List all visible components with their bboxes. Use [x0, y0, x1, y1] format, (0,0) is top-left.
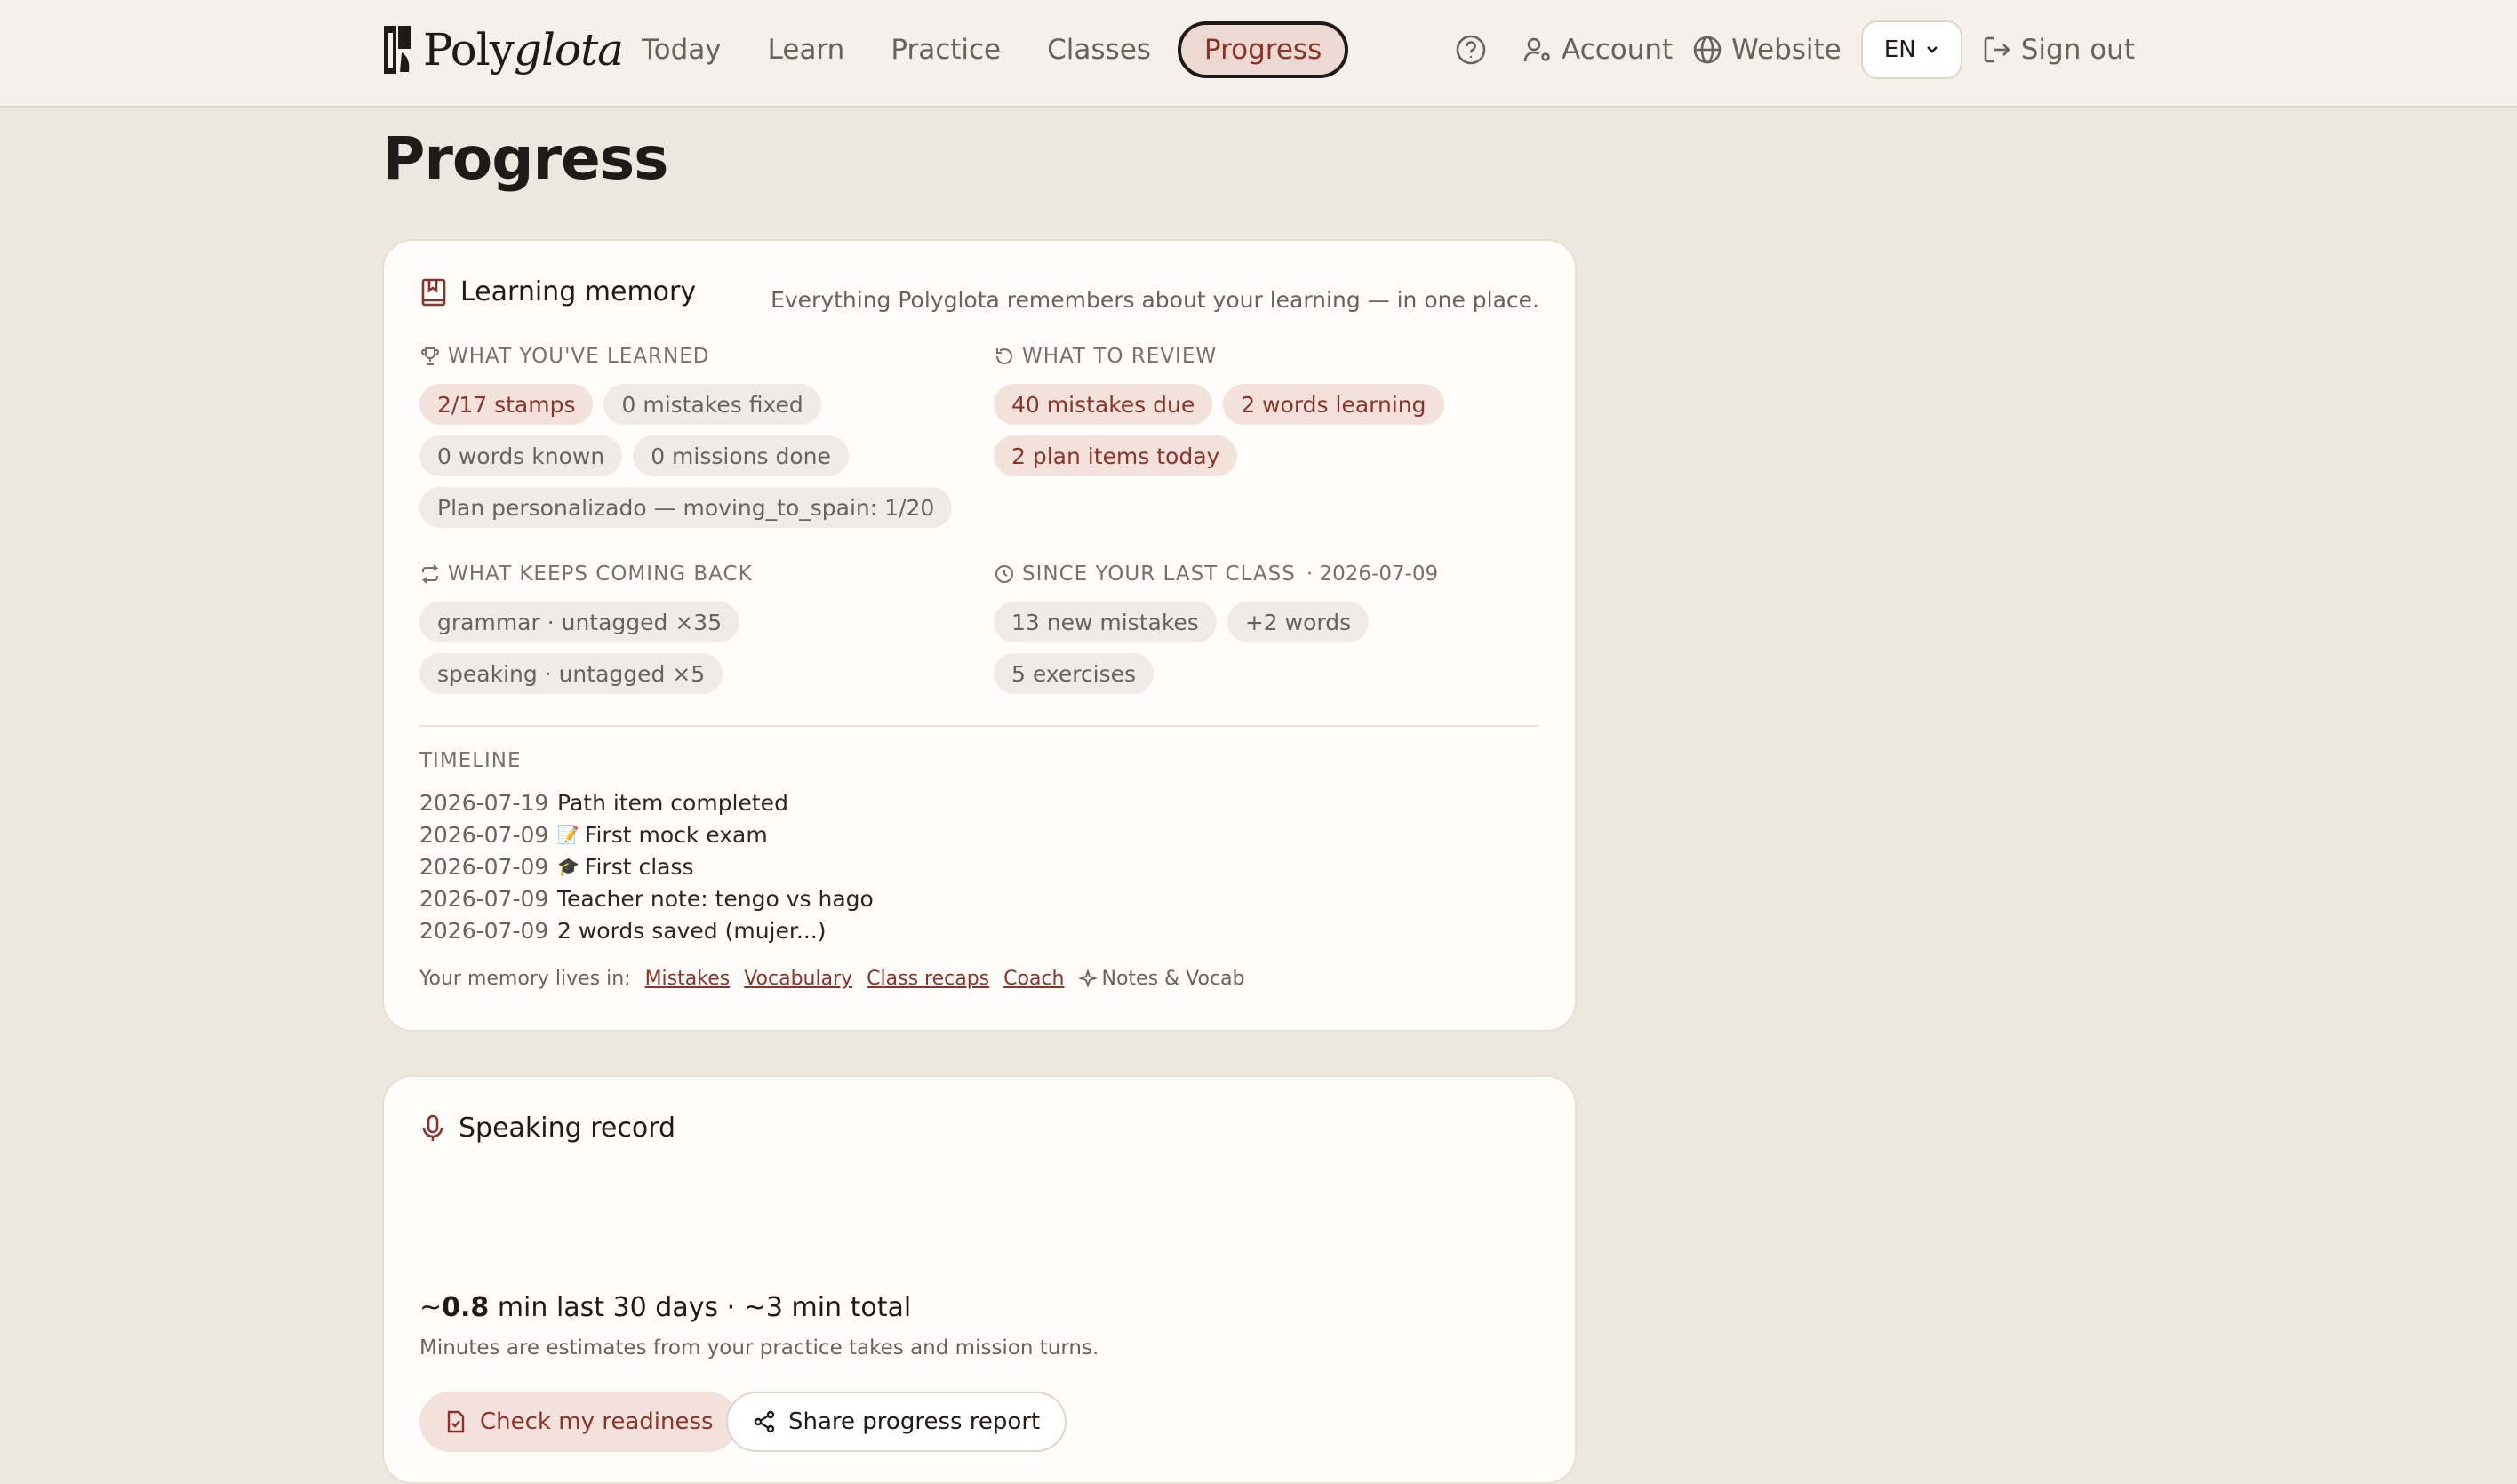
page-title: Progress: [382, 124, 668, 193]
document-check-icon: [447, 1410, 465, 1433]
speaking-minutes-stat: ~0.8 min last 30 days · ~3 min total: [420, 1292, 912, 1323]
chip-plan-progress: Plan personalizado — moving_to_spain: 1/…: [420, 487, 953, 528]
timeline-row: 2026-07-09 📝 First mock exam: [420, 818, 874, 850]
chip-exercises: 5 exercises: [994, 653, 1155, 694]
timeline-list: 2026-07-19 Path item completed 2026-07-0…: [420, 786, 874, 946]
chip-mistakes-fixed: 0 mistakes fixed: [603, 384, 821, 425]
since-class-section: SINCE YOUR LAST CLASS · 2026-07-09 13 ne…: [994, 561, 1527, 694]
chip-stamps: 2/17 stamps: [420, 384, 594, 425]
memory-lives-label: Your memory lives in:: [420, 968, 631, 990]
timeline-row: 2026-07-09 🎓 First class: [420, 850, 874, 882]
chip-plan-items[interactable]: 2 plan items today: [994, 435, 1238, 476]
learned-section: WHAT YOU'VE LEARNED 2/17 stamps 0 mistak…: [420, 343, 953, 528]
logo-mark-icon: [382, 24, 414, 76]
chip-grammar-untagged: grammar · untagged ×35: [420, 602, 740, 642]
nav-classes[interactable]: Classes: [1024, 21, 1174, 78]
section-divider: [420, 725, 1539, 727]
nav-practice[interactable]: Practice: [867, 21, 1024, 78]
chip-speaking-untagged: speaking · untagged ×5: [420, 653, 723, 694]
brand-logo[interactable]: Polyglota: [382, 21, 624, 78]
timeline-text: Teacher note: tengo vs hago: [557, 885, 874, 912]
share-icon: [754, 1410, 775, 1433]
timeline-row: 2026-07-19 Path item completed: [420, 786, 874, 818]
last-class-date: · 2026-07-09: [1306, 562, 1439, 586]
speaking-record-card: Speaking record ~0.8 min last 30 days · …: [382, 1075, 1577, 1484]
notes-vocab-link[interactable]: Notes & Vocab: [1078, 968, 1245, 990]
chip-missions-done: 0 missions done: [633, 435, 849, 476]
link-class-recaps[interactable]: Class recaps: [867, 968, 989, 990]
timeline-date: 2026-07-09: [420, 853, 549, 880]
user-gear-icon: [1523, 37, 1550, 62]
chip-words-known: 0 words known: [420, 435, 623, 476]
timeline-date: 2026-07-09: [420, 917, 549, 944]
microphone-icon: [422, 1114, 443, 1141]
speaking-record-title: Speaking record: [420, 1113, 675, 1144]
nav-today[interactable]: Today: [619, 21, 745, 78]
sparkle-icon: [1078, 969, 1099, 988]
share-progress-button[interactable]: Share progress report: [726, 1392, 1067, 1452]
graduation-cap-icon: 🎓: [557, 856, 579, 877]
learning-memory-title: Learning memory: [420, 276, 696, 307]
timeline-date: 2026-07-19: [420, 789, 549, 816]
chip-new-words: +2 words: [1227, 602, 1370, 642]
coming-back-section: WHAT KEEPS COMING BACK grammar · untagge…: [420, 561, 953, 694]
coming-back-heading: WHAT KEEPS COMING BACK: [420, 561, 953, 587]
timeline-row: 2026-07-09 Teacher note: tengo vs hago: [420, 882, 874, 914]
review-heading: WHAT TO REVIEW: [994, 343, 1491, 370]
logout-icon: [1984, 36, 2010, 63]
speaking-note: Minutes are estimates from your practice…: [420, 1336, 1099, 1360]
trophy-icon: [421, 347, 439, 365]
timeline-text: Path item completed: [557, 789, 788, 816]
timeline-date: 2026-07-09: [420, 885, 549, 912]
learning-memory-subtitle: Everything Polyglota remembers about you…: [771, 287, 1539, 313]
since-class-heading: SINCE YOUR LAST CLASS · 2026-07-09: [994, 561, 1527, 587]
website-link[interactable]: Website: [1692, 34, 1842, 66]
timeline-row: 2026-07-09 2 words saved (mujer...): [420, 914, 874, 946]
chip-mistakes-due[interactable]: 40 mistakes due: [994, 384, 1213, 425]
check-readiness-button[interactable]: Check my readiness: [420, 1392, 739, 1452]
website-label: Website: [1731, 34, 1842, 66]
nav-learn[interactable]: Learn: [745, 21, 868, 78]
signout-label: Sign out: [2020, 34, 2135, 66]
timeline-heading: TIMELINE: [420, 749, 522, 772]
chip-words-learning[interactable]: 2 words learning: [1223, 384, 1444, 425]
review-section: WHAT TO REVIEW 40 mistakes due 2 words l…: [994, 343, 1491, 476]
brand-name: Polyglota: [423, 24, 624, 76]
timeline-text: First class: [584, 853, 694, 880]
bookmark-book-icon: [421, 278, 446, 306]
language-value: EN: [1883, 36, 1916, 63]
chip-new-mistakes: 13 new mistakes: [994, 602, 1217, 642]
memory-lives-in: Your memory lives in: Mistakes Vocabular…: [420, 968, 1245, 990]
exam-icon: 📝: [557, 824, 579, 845]
nav-progress[interactable]: Progress: [1177, 21, 1349, 78]
signout-button[interactable]: Sign out: [1982, 34, 2135, 66]
globe-icon: [1693, 36, 1722, 64]
top-bar: Polyglota Today Learn Practice Classes P…: [0, 0, 2517, 108]
help-icon: [1456, 35, 1486, 65]
link-mistakes[interactable]: Mistakes: [645, 968, 731, 990]
language-select[interactable]: EN: [1860, 20, 1962, 79]
clock-icon: [995, 565, 1013, 583]
learning-memory-card: Learning memory Everything Polyglota rem…: [382, 239, 1577, 1032]
account-link[interactable]: Account: [1522, 34, 1673, 66]
repeat-icon: [421, 564, 439, 584]
chevron-down-icon: [1926, 46, 1938, 53]
main-nav: Today Learn Practice Classes Progress: [619, 21, 1349, 78]
link-coach[interactable]: Coach: [1003, 968, 1064, 990]
timeline-text: 2 words saved (mujer...): [557, 917, 827, 944]
help-button[interactable]: [1455, 34, 1496, 66]
refresh-icon: [995, 348, 1012, 364]
account-label: Account: [1562, 34, 1674, 66]
link-vocabulary[interactable]: Vocabulary: [744, 968, 852, 990]
learned-heading: WHAT YOU'VE LEARNED: [420, 343, 953, 370]
header-actions: Account Website EN Sign out: [1455, 20, 2135, 80]
timeline-date: 2026-07-09: [420, 821, 549, 848]
timeline-text: First mock exam: [584, 821, 768, 848]
